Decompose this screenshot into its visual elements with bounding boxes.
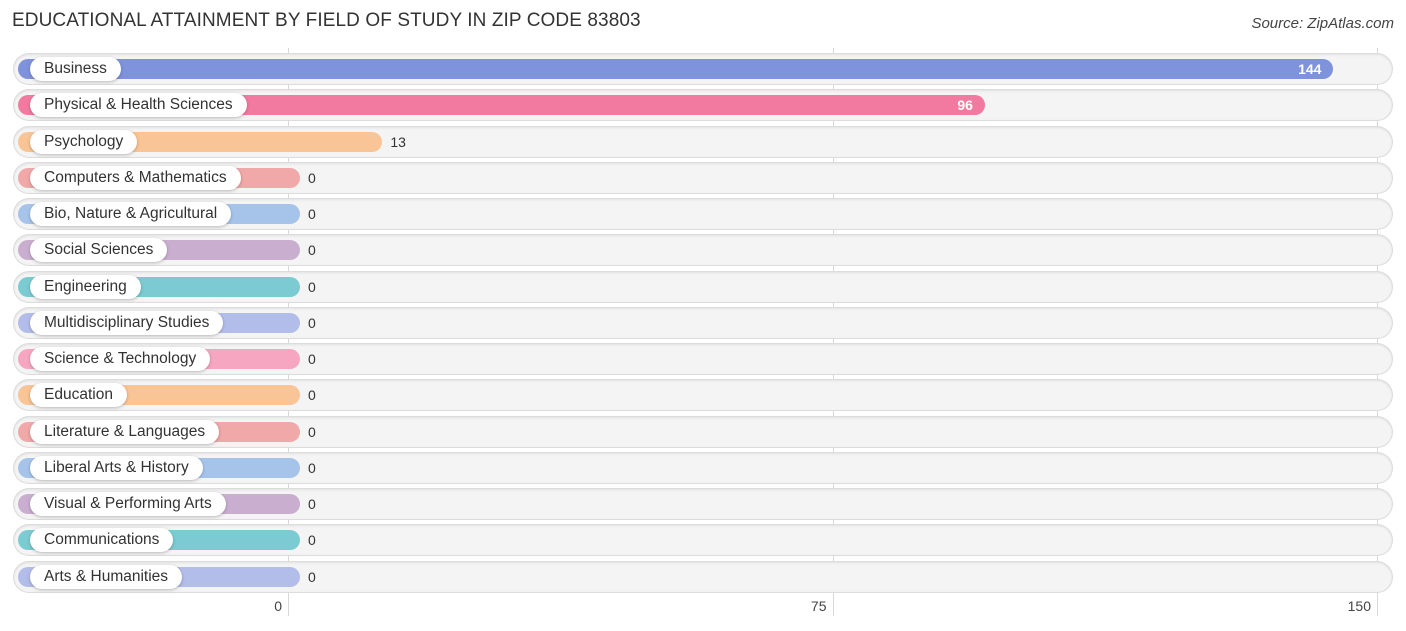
value-label: 0 xyxy=(308,169,316,186)
category-label: Visual & Performing Arts xyxy=(30,492,226,516)
x-tick-label: 0 xyxy=(274,598,282,614)
value-label: 96 xyxy=(957,97,973,114)
value-label: 0 xyxy=(308,423,316,440)
value-label: 0 xyxy=(308,351,316,367)
category-label: Multidisciplinary Studies xyxy=(30,310,224,335)
category-label: Social Sciences xyxy=(30,238,168,263)
x-tick-label: 150 xyxy=(1347,598,1371,614)
category-label: Liberal Arts & History xyxy=(30,455,203,480)
value-label: 0 xyxy=(308,496,316,512)
x-tick-label: 75 xyxy=(810,598,827,614)
category-label: Science & Technology xyxy=(30,347,211,371)
category-label: Engineering xyxy=(30,274,141,299)
bar[interactable] xyxy=(18,59,1334,79)
value-label: 0 xyxy=(308,242,316,259)
value-label: 0 xyxy=(308,532,316,549)
category-label: Psychology xyxy=(30,129,138,154)
value-label: 0 xyxy=(308,568,316,585)
value-label: 0 xyxy=(308,206,316,222)
bar-chart: 0 75 150 Business 144 Physical & Health Scien… xyxy=(0,0,1406,631)
category-label: Physical & Health Sciences xyxy=(30,93,247,118)
category-label: Bio, Nature & Agricultural xyxy=(30,202,232,226)
value-label: 0 xyxy=(308,459,316,476)
value-label: 0 xyxy=(308,387,316,404)
category-label: Computers & Mathematics xyxy=(30,165,241,190)
category-label: Arts & Humanities xyxy=(30,564,183,589)
category-label: Literature & Languages xyxy=(30,419,220,444)
category-label: Communications xyxy=(30,528,174,553)
value-label: 144 xyxy=(1298,61,1322,77)
value-label: 13 xyxy=(390,133,406,150)
category-label: Education xyxy=(30,383,127,408)
value-label: 0 xyxy=(308,278,316,295)
category-label: Business xyxy=(30,57,121,81)
value-label: 0 xyxy=(308,314,316,331)
